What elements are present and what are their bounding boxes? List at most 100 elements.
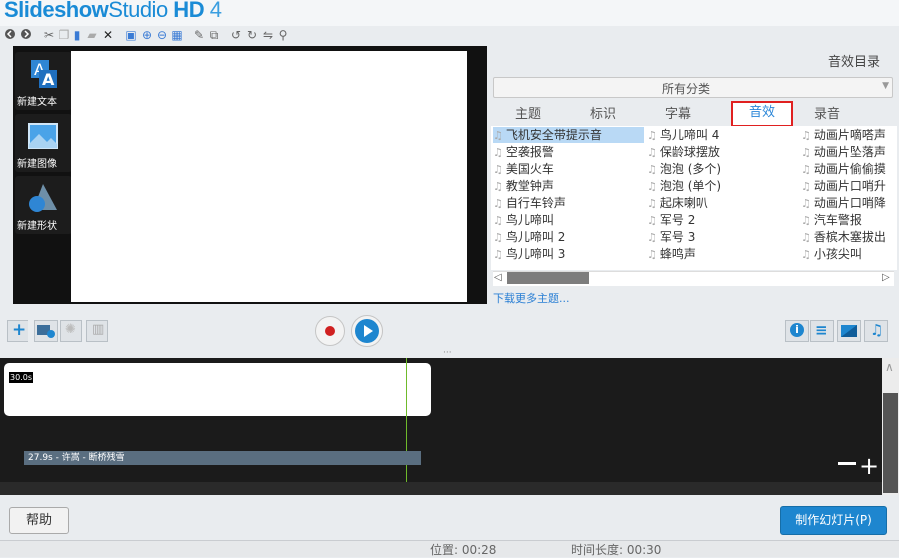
sound-item[interactable]: ♫ 军号 2 <box>647 212 797 228</box>
align-button[interactable]: ≡ <box>810 320 834 342</box>
tab-logo[interactable]: 标识 <box>573 106 633 125</box>
sound-item-label: 美国火车 <box>505 162 554 176</box>
transition-icon <box>841 325 857 337</box>
sound-item[interactable]: ♫ 动画片嘀嗒声 <box>801 127 897 143</box>
tab-sound-effects[interactable]: 音效 <box>731 101 793 127</box>
info-icon: i <box>790 323 804 337</box>
settings-button[interactable]: ✺ <box>60 320 82 342</box>
transition-button[interactable] <box>837 320 861 342</box>
download-more-link[interactable]: 下载更多主题... <box>493 290 570 306</box>
sound-item-label: 军号 2 <box>659 213 696 227</box>
zoom-fit-icon[interactable]: ▣ <box>124 28 138 42</box>
paste-icon[interactable]: ▮ <box>70 28 84 42</box>
slide-canvas[interactable] <box>71 51 467 302</box>
help-button[interactable]: 帮助 <box>9 507 69 534</box>
delete-icon[interactable]: ✕ <box>101 28 115 42</box>
align-icon: ≡ <box>815 321 828 339</box>
sound-item-label: 泡泡 (多个) <box>659 162 722 176</box>
info-button[interactable]: i <box>785 320 809 342</box>
sound-item[interactable]: ♫ 教堂钟声 <box>493 178 644 194</box>
sound-item[interactable]: ♫ 动画片坠落声 <box>801 144 897 160</box>
sound-item[interactable]: ♫ 起床喇叭 <box>647 195 797 211</box>
sound-item[interactable]: ♫ 美国火车 <box>493 161 644 177</box>
new-shape-button[interactable]: 新建形状 <box>15 176 72 234</box>
sound-item[interactable]: ♫ 鸟儿啼叫 2 <box>493 229 644 245</box>
sound-item[interactable]: ♫ 鸟儿啼叫 3 <box>493 246 644 262</box>
new-image-button[interactable]: 新建图像 <box>15 114 72 172</box>
new-text-icon: AA <box>31 60 57 89</box>
zoom-out-icon[interactable]: ⊖ <box>155 28 169 42</box>
sound-item[interactable]: ♫ 泡泡 (多个) <box>647 161 797 177</box>
scroll-left-icon[interactable]: ◁ <box>494 272 502 283</box>
new-text-label: 新建文本 <box>17 97 57 108</box>
scroll-up-icon[interactable]: ∧ <box>885 360 894 374</box>
sound-item[interactable]: ♫ 汽车警报 <box>801 212 897 228</box>
add-slide-button[interactable]: + <box>7 320 28 342</box>
vertical-scroll-thumb[interactable] <box>883 393 898 493</box>
play-button[interactable] <box>351 315 383 347</box>
sound-item-label: 小孩尖叫 <box>813 247 862 261</box>
zoom-out-icon[interactable] <box>838 462 856 465</box>
category-value: 所有分类 <box>661 82 710 96</box>
pin-icon[interactable]: ⚲ <box>276 28 290 42</box>
plus-icon: + <box>12 320 27 340</box>
svg-text:A: A <box>42 70 55 89</box>
music-note-icon: ♫ <box>801 214 811 227</box>
music-note-icon: ♫ <box>493 163 503 176</box>
app-name-hd: HD <box>167 0 205 22</box>
slide-duration: 30.0s <box>9 372 33 383</box>
music-note-icon: ♫ <box>647 129 657 142</box>
music-note-icon: ♫ <box>493 248 503 261</box>
back-icon[interactable] <box>3 28 17 42</box>
sound-item[interactable]: ♫ 动画片口哨降 <box>801 195 897 211</box>
rotate-left-icon[interactable]: ↺ <box>229 28 243 42</box>
new-text-button[interactable]: AA 新建文本 <box>15 52 72 110</box>
crop-icon[interactable]: ⧉ <box>207 28 221 42</box>
sound-item[interactable]: ♫ 军号 3 <box>647 229 797 245</box>
zoom-select-icon[interactable]: ▦ <box>170 28 184 42</box>
sound-item[interactable]: ♫ 飞机安全带提示音 <box>493 127 644 143</box>
tab-recording[interactable]: 录音 <box>797 106 857 125</box>
app-name-part1: Slideshow <box>4 0 109 22</box>
sound-item[interactable]: ♫ 保龄球摆放 <box>647 144 797 160</box>
rotate-right-icon[interactable]: ↻ <box>245 28 259 42</box>
music-button[interactable]: ♫ <box>864 320 888 342</box>
sound-item[interactable]: ♫ 香槟木塞拔出 <box>801 229 897 245</box>
flip-icon[interactable]: ⇋ <box>261 28 275 42</box>
music-icon: ♫ <box>870 321 884 339</box>
sound-item[interactable]: ♫ 泡泡 (单个) <box>647 178 797 194</box>
forward-icon[interactable] <box>19 28 33 42</box>
stretch-icon[interactable]: ▰ <box>85 28 99 42</box>
sound-item[interactable]: ♫ 动画片口哨升 <box>801 178 897 194</box>
sound-item[interactable]: ♫ 鸟儿啼叫 4 <box>647 127 797 143</box>
make-slideshow-button[interactable]: 制作幻灯片(P) <box>780 506 887 535</box>
sound-item-label: 动画片坠落声 <box>813 145 886 159</box>
zoom-in-icon[interactable]: + <box>859 454 879 478</box>
tab-theme[interactable]: 主题 <box>498 106 558 125</box>
record-button[interactable] <box>315 316 345 346</box>
tab-caption[interactable]: 字幕 <box>648 106 708 125</box>
music-note-icon: ♫ <box>801 180 811 193</box>
edit-icon[interactable]: ✎ <box>192 28 206 42</box>
app-title: SlideshowStudio HD 4 <box>4 0 222 23</box>
sound-item[interactable]: ♫ 动画片偷偷摸 <box>801 161 897 177</box>
sound-item[interactable]: ♫ 鸟儿啼叫 <box>493 212 644 228</box>
sound-item[interactable]: ♫ 蜂鸣声 <box>647 246 797 262</box>
sound-item[interactable]: ♫ 小孩尖叫 <box>801 246 897 262</box>
music-note-icon: ♫ <box>647 163 657 176</box>
scroll-right-icon[interactable]: ▷ <box>882 272 890 283</box>
timeline-vertical-scrollbar[interactable]: ∧ <box>882 358 899 495</box>
music-note-icon: ♫ <box>647 231 657 244</box>
copy-icon[interactable]: ❐ <box>57 28 71 42</box>
sound-item-label: 动画片嘀嗒声 <box>813 128 886 142</box>
timeline-slide[interactable] <box>4 363 431 416</box>
zoom-in-icon[interactable]: ⊕ <box>140 28 154 42</box>
add-photos-button[interactable] <box>34 320 58 342</box>
splitter-handle[interactable]: ··· <box>443 348 452 358</box>
trash-button[interactable]: ▥ <box>86 320 108 342</box>
sound-item[interactable]: ♫ 自行车铃声 <box>493 195 644 211</box>
scrollbar-thumb[interactable] <box>507 272 589 284</box>
cut-icon[interactable]: ✂ <box>42 28 56 42</box>
sound-item[interactable]: ♫ 空袭报警 <box>493 144 644 160</box>
category-select[interactable]: 所有分类 ▼ <box>493 77 893 98</box>
